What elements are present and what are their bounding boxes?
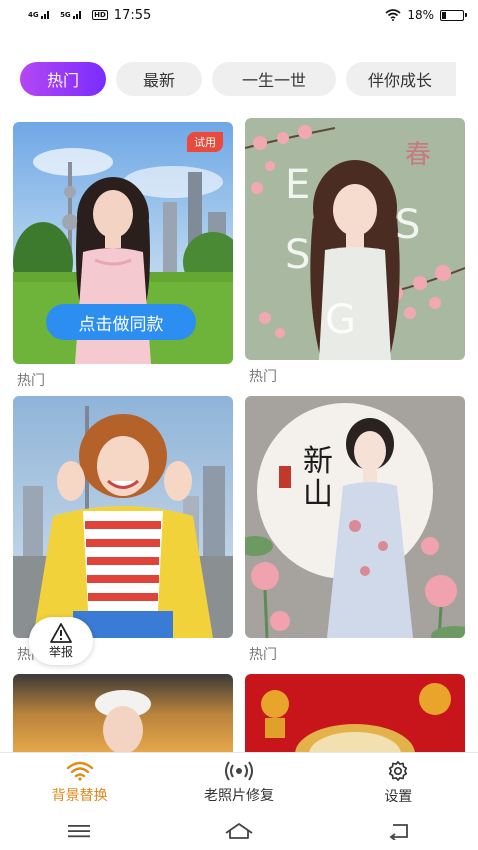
template-image (13, 674, 233, 754)
nav-old-photo-repair[interactable]: 老照片修复 (159, 753, 318, 812)
report-button[interactable]: 举报 (29, 617, 93, 665)
template-thumbnail[interactable]: E S S G 春 (245, 118, 465, 360)
nav-label: 设置 (384, 788, 413, 805)
network-type-2: 5G (60, 11, 71, 19)
trial-badge: 试用 (187, 132, 223, 152)
template-thumbnail[interactable] (13, 674, 233, 754)
card-category-label: 热门 (17, 373, 45, 389)
tab-latest[interactable]: 最新 (116, 62, 202, 96)
nav-label: 背景替换 (51, 787, 108, 804)
template-card[interactable]: 试用 点击做同款 热门 (13, 122, 233, 390)
home-icon[interactable] (224, 822, 254, 840)
card-category-label: 热门 (249, 369, 277, 385)
template-image (13, 396, 233, 638)
warning-icon (50, 622, 72, 643)
template-thumbnail[interactable] (245, 674, 465, 754)
svg-text:G: G (325, 297, 356, 343)
template-thumbnail[interactable]: 新 山 (245, 396, 465, 638)
wifi-icon (385, 9, 401, 21)
menu-icon[interactable] (67, 823, 91, 839)
status-bar: 4G 5G HD 17:55 18% (0, 0, 478, 30)
category-tabs: 热门 最新 一生一世 伴你成长 (20, 62, 456, 96)
svg-text:山: 山 (303, 477, 333, 512)
svg-text:春: 春 (405, 140, 431, 170)
template-card[interactable]: 新 山 热门 (245, 396, 465, 664)
make-same-button[interactable]: 点击做同款 (46, 304, 196, 340)
signal-4g-icon: 4G (28, 11, 56, 19)
bottom-nav: 背景替换 老照片修复 设置 (0, 752, 478, 812)
template-thumbnail[interactable]: 试用 点击做同款 (13, 122, 233, 364)
gear-icon (389, 760, 408, 781)
broadcast-icon (224, 760, 253, 781)
card-category-label: 热门 (249, 647, 277, 663)
tab-hot[interactable]: 热门 (20, 62, 106, 96)
back-icon[interactable] (387, 822, 411, 840)
signal-5g-icon: 5G (60, 11, 88, 19)
network-type-1: 4G (28, 11, 39, 19)
tab-lifetime[interactable]: 一生一世 (212, 62, 336, 96)
svg-text:S: S (285, 232, 310, 278)
template-card[interactable] (13, 674, 233, 754)
report-label: 举报 (48, 644, 73, 659)
template-card[interactable] (245, 674, 465, 754)
template-image: E S S G 春 (245, 118, 465, 360)
nav-label: 老照片修复 (203, 787, 274, 804)
template-thumbnail[interactable] (13, 396, 233, 638)
system-navigation-bar (0, 812, 478, 850)
template-image (245, 674, 465, 754)
nav-settings[interactable]: 设置 (319, 753, 478, 812)
nav-background-replace[interactable]: 背景替换 (0, 753, 159, 812)
status-left: 4G 5G HD 17:55 (28, 8, 151, 23)
status-right: 18% (385, 8, 467, 22)
hd-icon: HD (92, 10, 108, 20)
battery-percent: 18% (407, 8, 434, 22)
wifi-signal-icon (66, 761, 93, 781)
svg-text:S: S (395, 202, 420, 248)
svg-text:新: 新 (303, 444, 333, 479)
clock: 17:55 (113, 7, 152, 23)
template-image: 新 山 (245, 396, 465, 638)
battery-icon (440, 9, 467, 21)
svg-text:E: E (285, 162, 310, 208)
template-card[interactable]: E S S G 春 热门 (245, 118, 465, 386)
tab-growing-up[interactable]: 伴你成长 (346, 62, 456, 96)
